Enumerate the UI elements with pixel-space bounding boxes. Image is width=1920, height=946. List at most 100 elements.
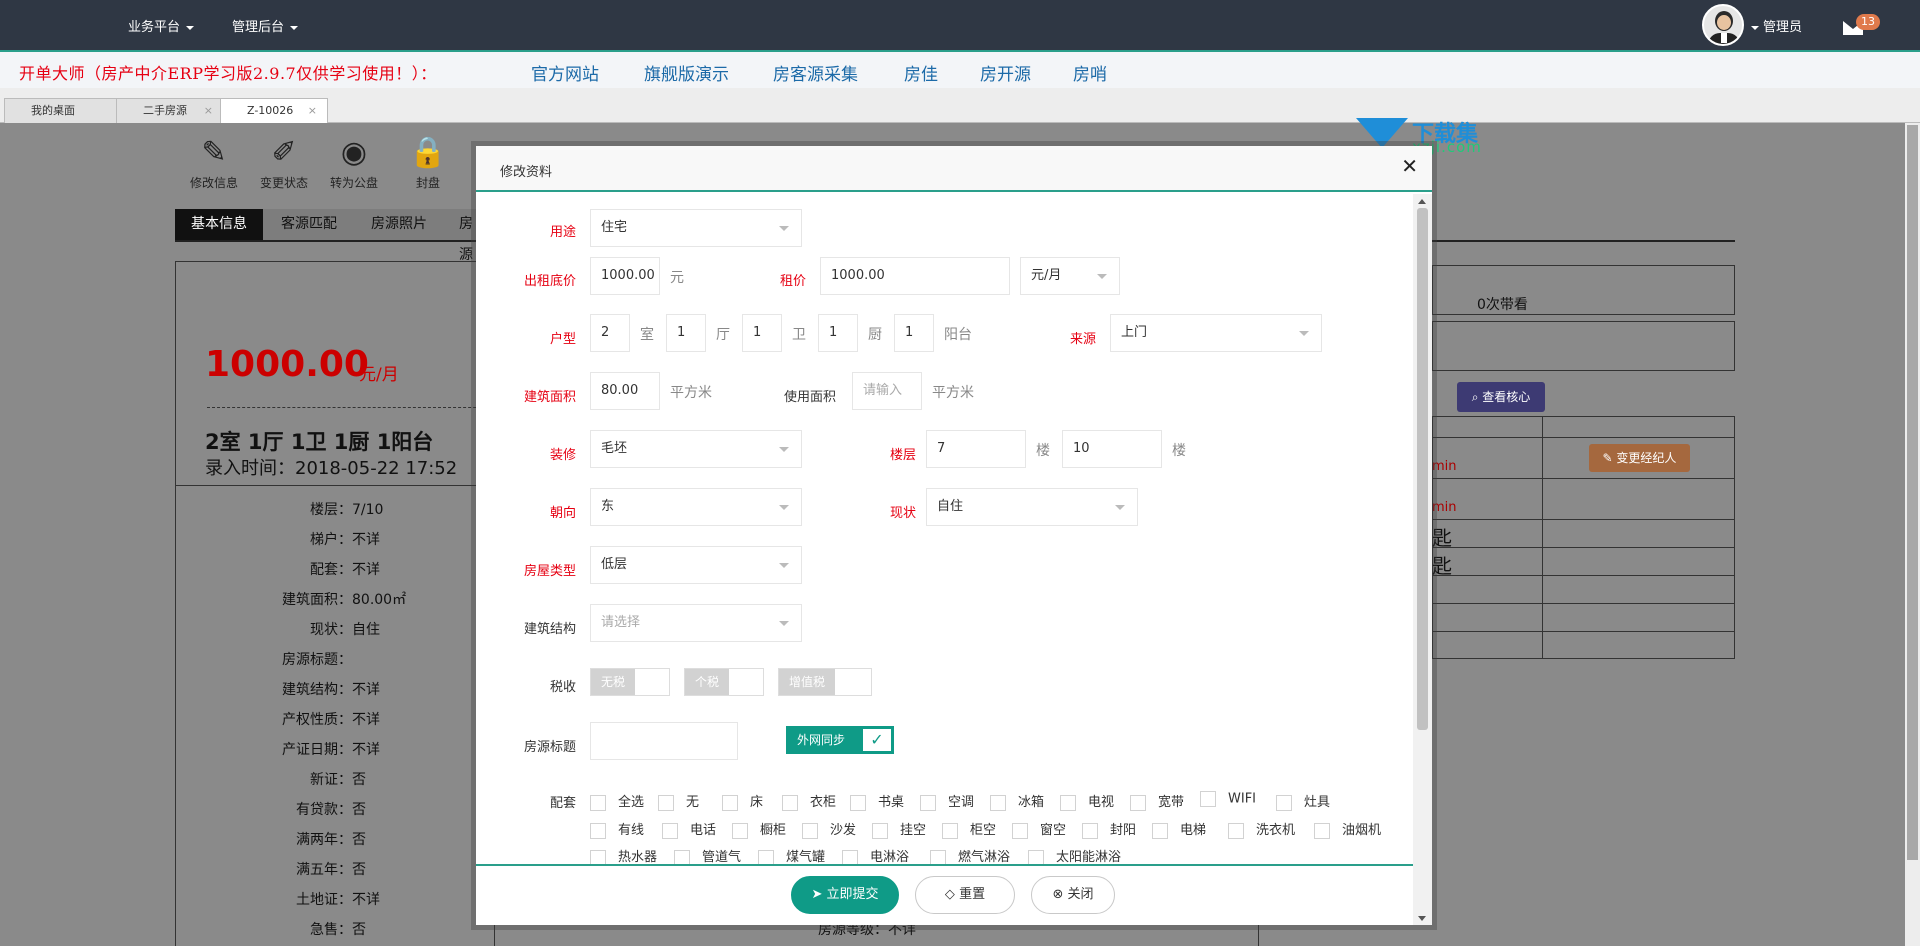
facility-checkbox[interactable]: 太阳能淋浴 <box>1028 846 1121 864</box>
bg-detail-row: 急售：否 <box>310 922 366 938</box>
facility-checkbox[interactable]: 宽带 <box>1130 791 1184 811</box>
link-listing-collect[interactable]: 房客源采集 <box>773 60 858 85</box>
status-select[interactable]: 自住 <box>926 488 1138 526</box>
facility-checkbox[interactable]: 挂空 <box>872 819 926 839</box>
listing-title-input[interactable] <box>590 722 738 760</box>
source-select[interactable]: 上门 <box>1110 314 1322 352</box>
label-tax: 税收 <box>549 680 576 695</box>
scroll-down-icon[interactable] <box>1418 916 1426 921</box>
modal-title: 修改资料 <box>500 165 553 180</box>
usage-select[interactable]: 住宅 <box>590 209 802 247</box>
facility-checkbox[interactable]: 油烟机 <box>1314 819 1381 839</box>
house-type-select[interactable]: 低层 <box>590 546 802 584</box>
use-area-input[interactable]: 请输入 <box>852 372 922 410</box>
floor-total-input[interactable]: 10 <box>1062 430 1162 468</box>
tab-second-hand[interactable]: 二手房源 × <box>116 98 224 123</box>
menu-admin-backend[interactable]: 管理后台 <box>232 16 299 35</box>
tax-free-switch[interactable]: 无税 <box>590 668 670 696</box>
orientation-select[interactable]: 东 <box>590 488 802 526</box>
kitchens-input[interactable]: 1 <box>818 314 858 352</box>
link-fangshao[interactable]: 房哨 <box>1073 60 1107 85</box>
close-icon[interactable]: × <box>204 99 213 123</box>
facility-checkbox[interactable]: 煤气罐 <box>758 846 825 864</box>
page-scrollbar-thumb[interactable] <box>1907 125 1918 860</box>
modal-footer: ➤ 立即提交 ◇ 重置 ⊗ 关闭 <box>476 864 1413 925</box>
vat-switch[interactable]: 增值税 <box>778 668 872 696</box>
facility-checkbox[interactable]: 空调 <box>920 791 974 811</box>
label-usage: 用途 <box>549 225 576 240</box>
facility-checkbox[interactable]: 冰箱 <box>990 791 1044 811</box>
personal-tax-switch[interactable]: 个税 <box>684 668 764 696</box>
bg-tab-more: 房源 <box>443 209 479 263</box>
label-status: 现状 <box>889 506 916 521</box>
link-flagship-demo[interactable]: 旗舰版演示 <box>644 60 729 85</box>
facility-checkbox[interactable]: 热水器 <box>590 846 657 864</box>
facility-checkbox[interactable]: 电视 <box>1060 791 1114 811</box>
rent-unit-select[interactable]: 元/月 <box>1020 257 1120 295</box>
submit-button[interactable]: ➤ 立即提交 <box>791 876 899 914</box>
bg-tab-basic: 基本信息 <box>175 209 263 240</box>
scroll-up-icon[interactable] <box>1418 199 1426 204</box>
facility-checkbox[interactable]: 洗衣机 <box>1228 819 1295 839</box>
menu-business-platform[interactable]: 业务平台 <box>128 16 195 35</box>
close-icon[interactable]: × <box>308 99 317 123</box>
facility-checkbox[interactable]: 柜空 <box>942 819 996 839</box>
unit-balcony: 阳台 <box>944 327 972 343</box>
balconies-input[interactable]: 1 <box>894 314 934 352</box>
rooms-input[interactable]: 2 <box>590 314 630 352</box>
bg-detail-row: 建筑面积：80.00㎡ <box>282 592 407 608</box>
facility-checkbox[interactable]: 无 <box>658 791 699 811</box>
unit-floor: 楼 <box>1172 443 1186 459</box>
close-icon[interactable]: ✕ <box>1401 156 1418 176</box>
halls-input[interactable]: 1 <box>666 314 706 352</box>
facility-checkbox[interactable]: 有线 <box>590 819 644 839</box>
structure-select[interactable]: 请选择 <box>590 604 802 642</box>
link-official-site[interactable]: 官方网站 <box>531 60 599 85</box>
facility-checkbox[interactable]: 衣柜 <box>782 791 836 811</box>
floor-input[interactable]: 7 <box>926 430 1026 468</box>
decoration-select[interactable]: 毛坯 <box>590 430 802 468</box>
link-fangjia[interactable]: 房佳 <box>904 60 938 85</box>
baths-input[interactable]: 1 <box>742 314 782 352</box>
reset-button[interactable]: ◇ 重置 <box>915 876 1015 914</box>
divider <box>1542 416 1543 659</box>
unit-sqm: 平方米 <box>670 385 712 401</box>
facility-checkbox[interactable]: 窗空 <box>1012 819 1066 839</box>
facility-checkbox[interactable]: 电话 <box>662 819 716 839</box>
avatar[interactable] <box>1702 4 1744 46</box>
modal-scrollbar-thumb[interactable] <box>1417 208 1428 730</box>
label-orientation: 朝向 <box>549 506 576 521</box>
facility-checkbox[interactable]: 电淋浴 <box>842 846 909 864</box>
link-fangkaiyuan[interactable]: 房开源 <box>980 60 1031 85</box>
facility-checkbox[interactable]: 燃气淋浴 <box>930 846 1010 864</box>
label-decoration: 装修 <box>549 448 576 463</box>
facility-checkbox[interactable]: 床 <box>722 791 763 811</box>
tab-z-10026[interactable]: Z-10026 × <box>220 98 328 124</box>
rent-input[interactable]: 1000.00 <box>820 257 1010 295</box>
label-listing-title: 房源标题 <box>523 740 576 755</box>
modal-scrollbar[interactable] <box>1413 194 1432 925</box>
divider <box>1432 631 1735 632</box>
facility-checkbox[interactable]: 管道气 <box>674 846 741 864</box>
facility-checkbox[interactable]: 沙发 <box>802 819 856 839</box>
bg-admin-fragment: min <box>1432 500 1457 515</box>
slogan-text: 开单大师（房产中介ERP学习版2.9.7仅供学习使用！）： <box>19 64 437 83</box>
rent-floor-input[interactable]: 1000.00 <box>590 257 660 295</box>
facility-checkbox[interactable]: 橱柜 <box>732 819 786 839</box>
area-input[interactable]: 80.00 <box>590 372 660 410</box>
facility-checkbox[interactable]: 封阳 <box>1082 819 1136 839</box>
facility-checkbox[interactable]: 全选 <box>590 791 644 811</box>
facility-checkbox[interactable]: 灶具 <box>1276 791 1330 811</box>
tab-my-desktop[interactable]: 我的桌面 <box>4 98 120 123</box>
label-house-type: 房屋类型 <box>523 564 576 579</box>
user-menu[interactable]: 管理员 <box>1751 16 1802 35</box>
facility-checkbox[interactable]: 书桌 <box>850 791 904 811</box>
download-arrow-icon <box>1356 118 1408 148</box>
bg-detail-row: 土地证：不详 <box>296 892 380 908</box>
bg-seal: 🔒 封盘 <box>396 132 460 191</box>
facility-checkbox[interactable]: 电梯 <box>1152 819 1206 839</box>
close-circle-icon: ⊗ <box>1052 887 1064 902</box>
sync-online-switch[interactable]: 外网同步 ✓ <box>786 726 894 754</box>
close-button[interactable]: ⊗ 关闭 <box>1031 876 1115 914</box>
facility-checkbox[interactable]: WIFI <box>1200 791 1256 807</box>
